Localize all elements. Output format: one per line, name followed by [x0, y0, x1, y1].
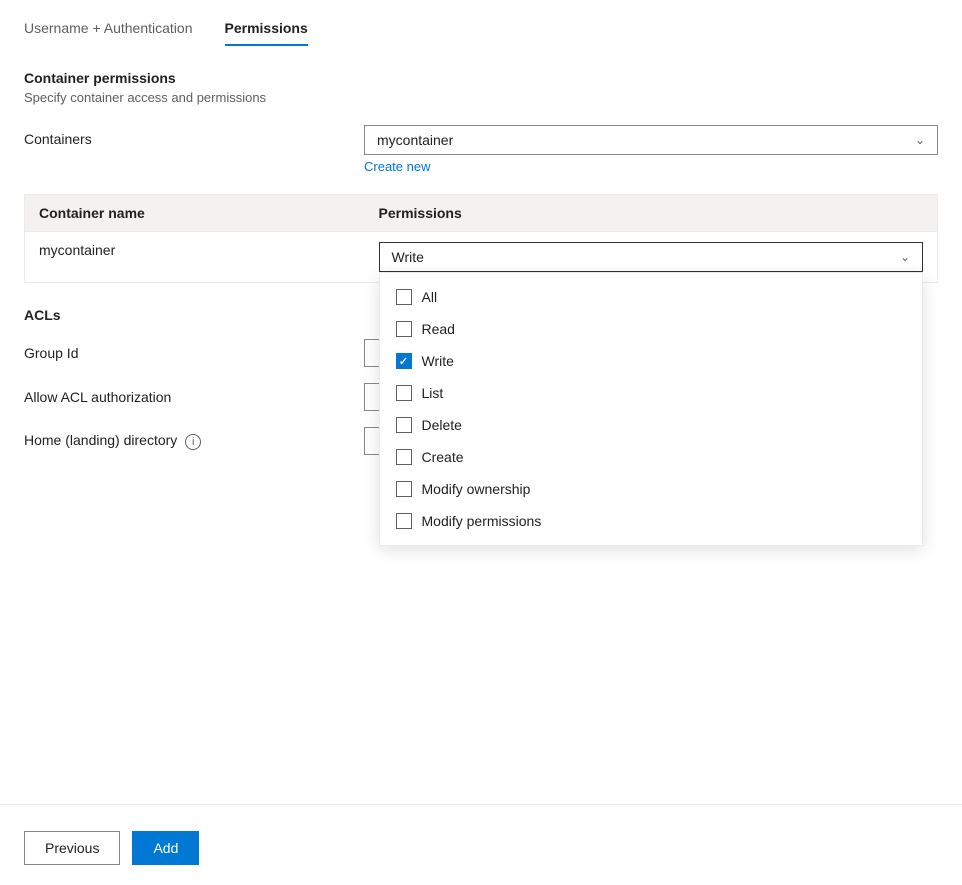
- permission-option-all[interactable]: All: [380, 281, 923, 313]
- permission-label-modify-permissions: Modify permissions: [422, 513, 542, 529]
- permissions-dropdown-wrapper: Write ⌄ All: [379, 242, 924, 272]
- containers-dropdown[interactable]: mycontainer ⌄: [364, 125, 938, 155]
- previous-button[interactable]: Previous: [24, 831, 120, 865]
- permission-option-modify-permissions[interactable]: Modify permissions: [380, 505, 923, 537]
- containers-dropdown-value: mycontainer: [377, 132, 453, 148]
- container-permissions-title: Container permissions: [24, 70, 938, 86]
- tab-permissions[interactable]: Permissions: [225, 20, 308, 46]
- home-directory-label: Home (landing) directory i: [24, 432, 364, 450]
- checkbox-create[interactable]: [396, 449, 412, 465]
- permissions-dropdown-value: Write: [392, 249, 424, 265]
- add-button[interactable]: Add: [132, 831, 199, 865]
- permissions-dropdown-arrow-icon: ⌄: [900, 250, 910, 264]
- container-permissions-section: Container permissions Specify container …: [24, 70, 938, 283]
- checkbox-list[interactable]: [396, 385, 412, 401]
- containers-label: Containers: [24, 125, 364, 147]
- permission-label-read: Read: [422, 321, 455, 337]
- permission-option-write[interactable]: Write: [380, 345, 923, 377]
- permission-option-modify-ownership[interactable]: Modify ownership: [380, 473, 923, 505]
- create-new-link[interactable]: Create new: [364, 159, 430, 174]
- containers-control: mycontainer ⌄ Create new: [364, 125, 938, 174]
- checkbox-all[interactable]: [396, 289, 412, 305]
- permission-label-all: All: [422, 289, 438, 305]
- permissions-table: Container name Permissions mycontainer W…: [24, 194, 938, 283]
- checkbox-modify-permissions[interactable]: [396, 513, 412, 529]
- permission-label-create: Create: [422, 449, 464, 465]
- permission-label-delete: Delete: [422, 417, 462, 433]
- tab-bar: Username + Authentication Permissions: [24, 20, 938, 46]
- checkbox-modify-ownership[interactable]: [396, 481, 412, 497]
- row-container-name: mycontainer: [25, 232, 365, 283]
- containers-row: Containers mycontainer ⌄ Create new: [24, 125, 938, 174]
- permission-option-read[interactable]: Read: [380, 313, 923, 345]
- permission-label-write: Write: [422, 353, 454, 369]
- checkbox-read[interactable]: [396, 321, 412, 337]
- permissions-dropdown[interactable]: Write ⌄: [379, 242, 924, 272]
- table-row: mycontainer Write ⌄ All: [25, 232, 938, 283]
- permission-label-list: List: [422, 385, 444, 401]
- group-id-label: Group Id: [24, 345, 364, 361]
- checkbox-write[interactable]: [396, 353, 412, 369]
- containers-dropdown-arrow-icon: ⌄: [915, 133, 925, 147]
- checkbox-delete[interactable]: [396, 417, 412, 433]
- home-directory-info-icon[interactable]: i: [185, 434, 201, 450]
- footer: Previous Add: [24, 831, 199, 865]
- permission-label-modify-ownership: Modify ownership: [422, 481, 531, 497]
- permissions-dropdown-menu: All Read Write: [379, 272, 924, 546]
- allow-acl-label: Allow ACL authorization: [24, 389, 364, 405]
- col-header-permissions: Permissions: [365, 195, 938, 232]
- row-permissions-cell: Write ⌄ All: [365, 232, 938, 283]
- container-permissions-subtitle: Specify container access and permissions: [24, 90, 938, 105]
- permission-option-create[interactable]: Create: [380, 441, 923, 473]
- col-header-container-name: Container name: [25, 195, 365, 232]
- permission-option-delete[interactable]: Delete: [380, 409, 923, 441]
- tab-username-auth[interactable]: Username + Authentication: [24, 20, 193, 46]
- permission-option-list[interactable]: List: [380, 377, 923, 409]
- footer-divider: [0, 804, 962, 805]
